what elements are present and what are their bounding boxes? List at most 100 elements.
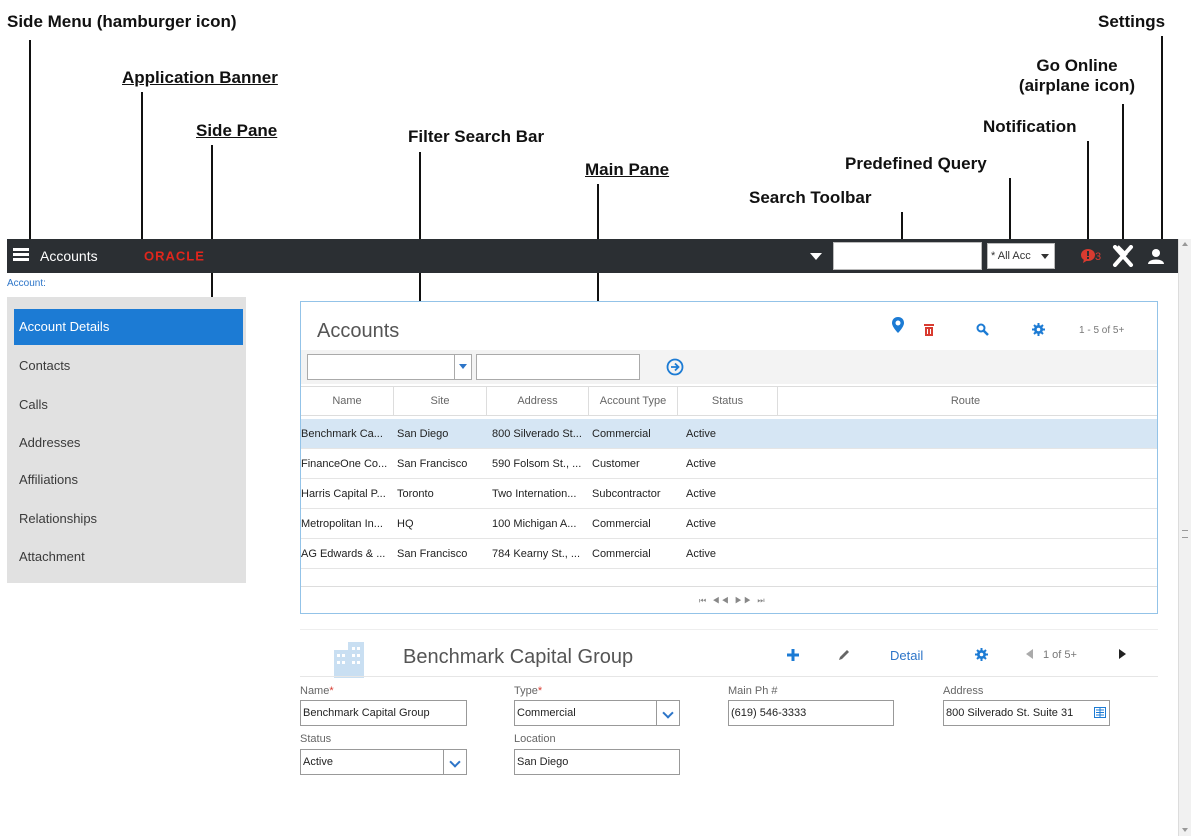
column-header-site[interactable]: Site <box>394 387 487 415</box>
required-marker: * <box>329 685 334 697</box>
cell-status: Active <box>686 518 716 530</box>
cell-name: Metropolitan In... <box>301 518 383 530</box>
go-arrow-icon[interactable] <box>666 358 684 376</box>
location-field[interactable]: San Diego <box>514 749 680 775</box>
search-toolbar-input[interactable] <box>833 242 982 270</box>
accounts-title: Accounts <box>317 320 400 342</box>
airplane-icon[interactable] <box>1112 245 1134 267</box>
table-row[interactable]: Benchmark Ca... San Diego 800 Silverado … <box>301 419 1157 449</box>
detail-divider <box>300 676 1158 677</box>
notification-button[interactable]: 3 <box>1080 248 1102 266</box>
cell-status: Active <box>686 458 716 470</box>
callout-side-menu: Side Menu (hamburger icon) <box>7 12 237 31</box>
cell-name: AG Edwards & ... <box>301 548 386 560</box>
cell-name: Harris Capital P... <box>301 488 386 500</box>
settings-user-icon[interactable] <box>1147 247 1165 265</box>
sidepane-item-contacts[interactable]: Contacts <box>7 348 246 384</box>
callout-go-online-line1: Go Online <box>1036 56 1118 75</box>
accounts-list-applet: Accounts 1 - 5 of 5+ Name Site Address A… <box>300 301 1158 614</box>
cell-route <box>781 509 1151 518</box>
detail-link[interactable]: Detail <box>890 648 923 663</box>
sidepane-item-account-details[interactable]: Account Details <box>14 309 243 345</box>
cell-site: HQ <box>397 518 414 530</box>
hamburger-icon[interactable] <box>13 248 29 262</box>
svg-text:ORACLE: ORACLE <box>144 249 205 264</box>
table-row[interactable]: Harris Capital P... Toronto Two Internat… <box>301 479 1157 509</box>
callout-application-banner: Application Banner <box>122 68 278 87</box>
add-icon[interactable] <box>786 648 800 662</box>
callout-notification: Notification <box>983 117 1077 136</box>
name-field[interactable]: Benchmark Capital Group <box>300 700 467 726</box>
search-icon[interactable] <box>976 323 989 336</box>
cell-name: FinanceOne Co... <box>301 458 388 470</box>
next-record-icon[interactable] <box>1118 649 1126 659</box>
callout-filter-search-bar: Filter Search Bar <box>408 127 545 146</box>
leader-side-pane <box>211 145 213 297</box>
app-title: Accounts <box>40 248 98 264</box>
scroll-up-arrow[interactable] <box>1182 242 1188 246</box>
table-row[interactable]: Metropolitan In... HQ 100 Michigan A... … <box>301 509 1157 539</box>
oracle-logo: ORACLE <box>144 249 205 264</box>
leader-application-banner <box>141 92 143 240</box>
type-select[interactable]: Commercial <box>514 700 680 726</box>
cell-address: Two Internation... <box>492 488 577 500</box>
cell-address: 784 Kearny St., ... <box>492 548 581 560</box>
notification-icon <box>1081 249 1095 263</box>
chevron-down-icon <box>454 355 471 379</box>
gear-icon[interactable] <box>1032 323 1045 336</box>
filter-value-input[interactable] <box>476 354 640 380</box>
scroll-down-arrow[interactable] <box>1182 828 1188 832</box>
breadcrumb[interactable]: Account: <box>7 278 46 289</box>
sidepane-item-calls[interactable]: Calls <box>7 387 246 423</box>
callout-search-toolbar: Search Toolbar <box>749 188 872 207</box>
callout-go-online: Go Online (airplane icon) <box>1002 56 1152 96</box>
leader-search-toolbar <box>901 212 903 242</box>
cell-name: Benchmark Ca... <box>301 428 383 440</box>
location-label: Location <box>514 733 556 745</box>
status-select[interactable]: Active <box>300 749 467 775</box>
callout-side-pane: Side Pane <box>196 121 278 140</box>
account-detail-form: Benchmark Capital Group Detail 1 of 5+ N… <box>300 629 1158 780</box>
cell-account-type: Customer <box>592 458 640 470</box>
type-value: Commercial <box>517 707 576 719</box>
cell-account-type: Commercial <box>592 518 651 530</box>
table-row[interactable]: FinanceOne Co... San Francisco 590 Folso… <box>301 449 1157 479</box>
delete-icon[interactable] <box>923 323 935 336</box>
search-type-dropdown-icon[interactable] <box>810 253 822 260</box>
table-row[interactable]: AG Edwards & ... San Francisco 784 Kearn… <box>301 539 1157 569</box>
sidepane-item-affiliations[interactable]: Affiliations <box>7 462 246 498</box>
sidepane-item-attachment[interactable]: Attachment <box>7 539 246 575</box>
predefined-query-select[interactable]: * All Acc <box>987 243 1055 269</box>
map-pin-icon[interactable] <box>891 316 905 334</box>
address-picker-icon[interactable] <box>1094 707 1106 718</box>
building-icon <box>334 642 364 678</box>
cell-route <box>781 539 1151 548</box>
vertical-scrollbar[interactable] <box>1178 239 1191 836</box>
edit-pencil-icon[interactable] <box>837 648 851 662</box>
pager-navigation[interactable]: ⏮ ◀◀ ▶▶ ⏭ <box>699 596 767 606</box>
status-label: Status <box>300 733 332 745</box>
main-phone-field[interactable]: (619) 546-3333 <box>728 700 894 726</box>
cell-address: 800 Silverado St... <box>492 428 582 440</box>
filter-field-select[interactable] <box>307 354 472 380</box>
column-header-route[interactable]: Route <box>778 387 1153 415</box>
sidepane-item-addresses[interactable]: Addresses <box>7 425 246 461</box>
scroll-grip[interactable] <box>1182 530 1188 538</box>
gear-icon[interactable] <box>975 648 988 661</box>
address-field[interactable]: 800 Silverado St. Suite 31 <box>943 700 1110 726</box>
chevron-down-icon <box>443 750 466 774</box>
sidepane-item-relationships[interactable]: Relationships <box>7 501 246 537</box>
cell-route <box>781 479 1151 488</box>
side-pane: Account Details Contacts Calls Addresses… <box>7 297 246 583</box>
chevron-down-icon <box>1041 254 1049 259</box>
cell-address: 590 Folsom St., ... <box>492 458 582 470</box>
column-header-name[interactable]: Name <box>301 387 394 415</box>
cell-status: Active <box>686 428 716 440</box>
column-header-account-type[interactable]: Account Type <box>589 387 678 415</box>
callout-settings: Settings <box>1098 12 1166 31</box>
callout-go-online-line2: (airplane icon) <box>1018 76 1136 95</box>
cell-status: Active <box>686 488 716 500</box>
column-header-status[interactable]: Status <box>678 387 778 415</box>
column-header-address[interactable]: Address <box>487 387 589 415</box>
previous-record-icon[interactable] <box>1026 649 1034 659</box>
